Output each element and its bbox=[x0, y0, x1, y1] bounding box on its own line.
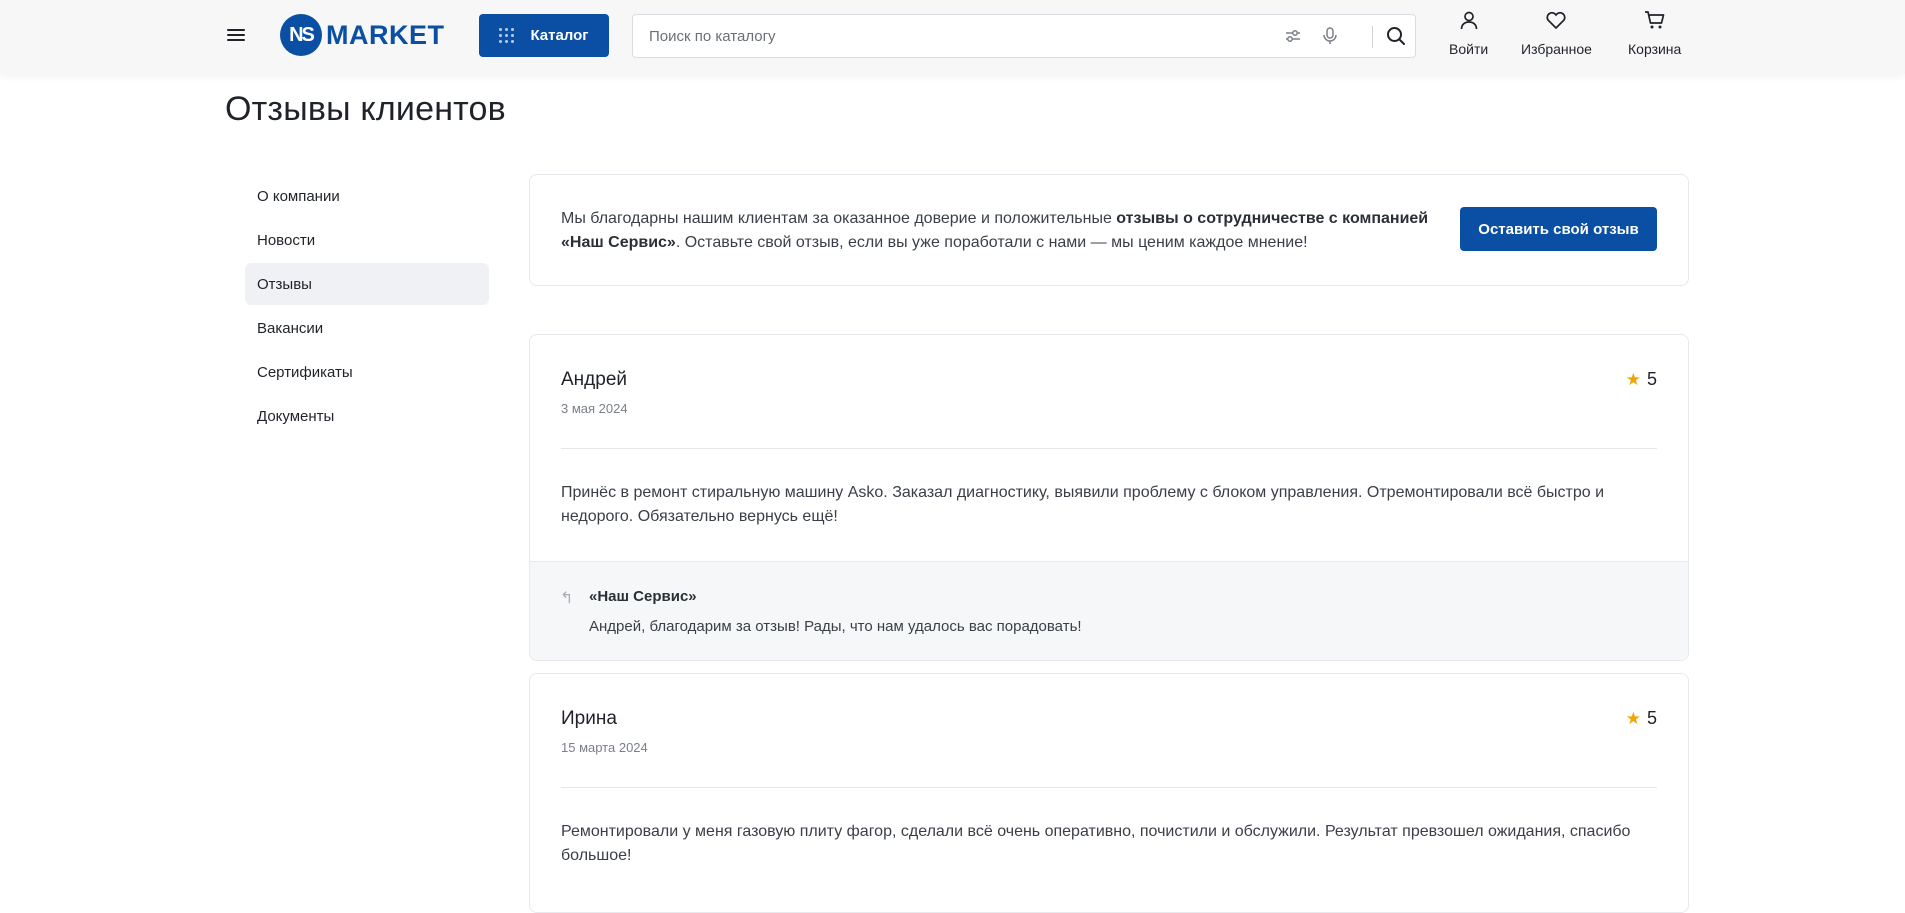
intro-text-start: Мы благодарны нашим клиентам за оказанно… bbox=[561, 210, 1117, 227]
review-card: Андрей 3 мая 2024 ★ 5 Принёс в ремонт ст… bbox=[529, 334, 1689, 661]
review-author: Андрей bbox=[561, 369, 627, 390]
favorites-button[interactable]: Избранное bbox=[1521, 10, 1592, 57]
heart-icon bbox=[1545, 10, 1567, 35]
user-icon bbox=[1459, 10, 1479, 35]
catalog-button-label: Каталог bbox=[530, 27, 589, 44]
review-rating: ★ 5 bbox=[1626, 708, 1657, 729]
search-divider bbox=[1372, 26, 1373, 48]
reply-arrow-icon: ↰ bbox=[560, 590, 574, 607]
site-header: NS MARKET Каталог Войт bbox=[0, 0, 1905, 74]
rating-value: 5 bbox=[1646, 708, 1657, 728]
reply-author: «Наш Сервис» bbox=[589, 588, 697, 605]
leave-review-button[interactable]: Оставить свой отзыв bbox=[1460, 207, 1657, 251]
sidebar-nav: О компании Новости Отзывы Вакансии Серти… bbox=[245, 175, 489, 439]
page-title: Отзывы клиентов bbox=[225, 90, 506, 128]
search-bar bbox=[632, 14, 1416, 58]
logo-mark: NS bbox=[280, 14, 322, 56]
review-date: 15 марта 2024 bbox=[561, 740, 648, 755]
catalog-button[interactable]: Каталог bbox=[479, 14, 609, 57]
review-divider bbox=[561, 448, 1657, 449]
sidebar-item-about[interactable]: О компании bbox=[245, 175, 489, 217]
intro-text-end: . Оставьте свой отзыв, если вы уже пораб… bbox=[675, 234, 1308, 251]
search-icon[interactable] bbox=[1385, 25, 1407, 47]
sidebar-item-vacancies[interactable]: Вакансии bbox=[245, 307, 489, 349]
review-card: Ирина 15 марта 2024 ★ 5 Ремонтировали у … bbox=[529, 673, 1689, 913]
logo-text: MARKET bbox=[326, 19, 445, 50]
sidebar-item-reviews[interactable]: Отзывы bbox=[245, 263, 489, 305]
cart-icon bbox=[1644, 10, 1666, 35]
logo[interactable]: NS MARKET bbox=[280, 14, 445, 56]
company-reply: ↰ «Наш Сервис» Андрей, благодарим за отз… bbox=[530, 561, 1688, 660]
review-divider bbox=[561, 787, 1657, 788]
sidebar-item-news[interactable]: Новости bbox=[245, 219, 489, 261]
reviews-intro-card: Мы благодарны нашим клиентам за оказанно… bbox=[529, 174, 1689, 286]
search-input[interactable] bbox=[649, 15, 1249, 57]
microphone-icon[interactable] bbox=[1319, 25, 1341, 47]
review-rating: ★ 5 bbox=[1626, 369, 1657, 390]
review-text: Ремонтировали у меня газовую плиту фагор… bbox=[561, 823, 1631, 864]
review-text: Принёс в ремонт стиральную машину Asko. … bbox=[561, 484, 1605, 525]
login-label: Войти bbox=[1449, 41, 1489, 57]
sidebar-item-certificates[interactable]: Сертификаты bbox=[245, 351, 489, 393]
reply-text: Андрей, благодарим за отзыв! Рады, что н… bbox=[589, 618, 1082, 635]
sidebar-item-documents[interactable]: Документы bbox=[245, 395, 489, 437]
review-date: 3 мая 2024 bbox=[561, 401, 628, 416]
cart-button[interactable]: Корзина bbox=[1628, 10, 1681, 57]
star-icon: ★ bbox=[1625, 369, 1641, 389]
star-icon: ★ bbox=[1625, 708, 1641, 728]
favorites-label: Избранное bbox=[1521, 41, 1592, 57]
grid-icon bbox=[499, 28, 515, 43]
review-author: Ирина bbox=[561, 708, 617, 729]
intro-text: Мы благодарны нашим клиентам за оказанно… bbox=[561, 207, 1441, 255]
filter-icon[interactable] bbox=[1282, 25, 1304, 47]
cart-label: Корзина bbox=[1628, 41, 1682, 57]
menu-icon[interactable] bbox=[227, 26, 245, 44]
login-button[interactable]: Войти bbox=[1449, 10, 1488, 57]
rating-value: 5 bbox=[1646, 369, 1657, 389]
